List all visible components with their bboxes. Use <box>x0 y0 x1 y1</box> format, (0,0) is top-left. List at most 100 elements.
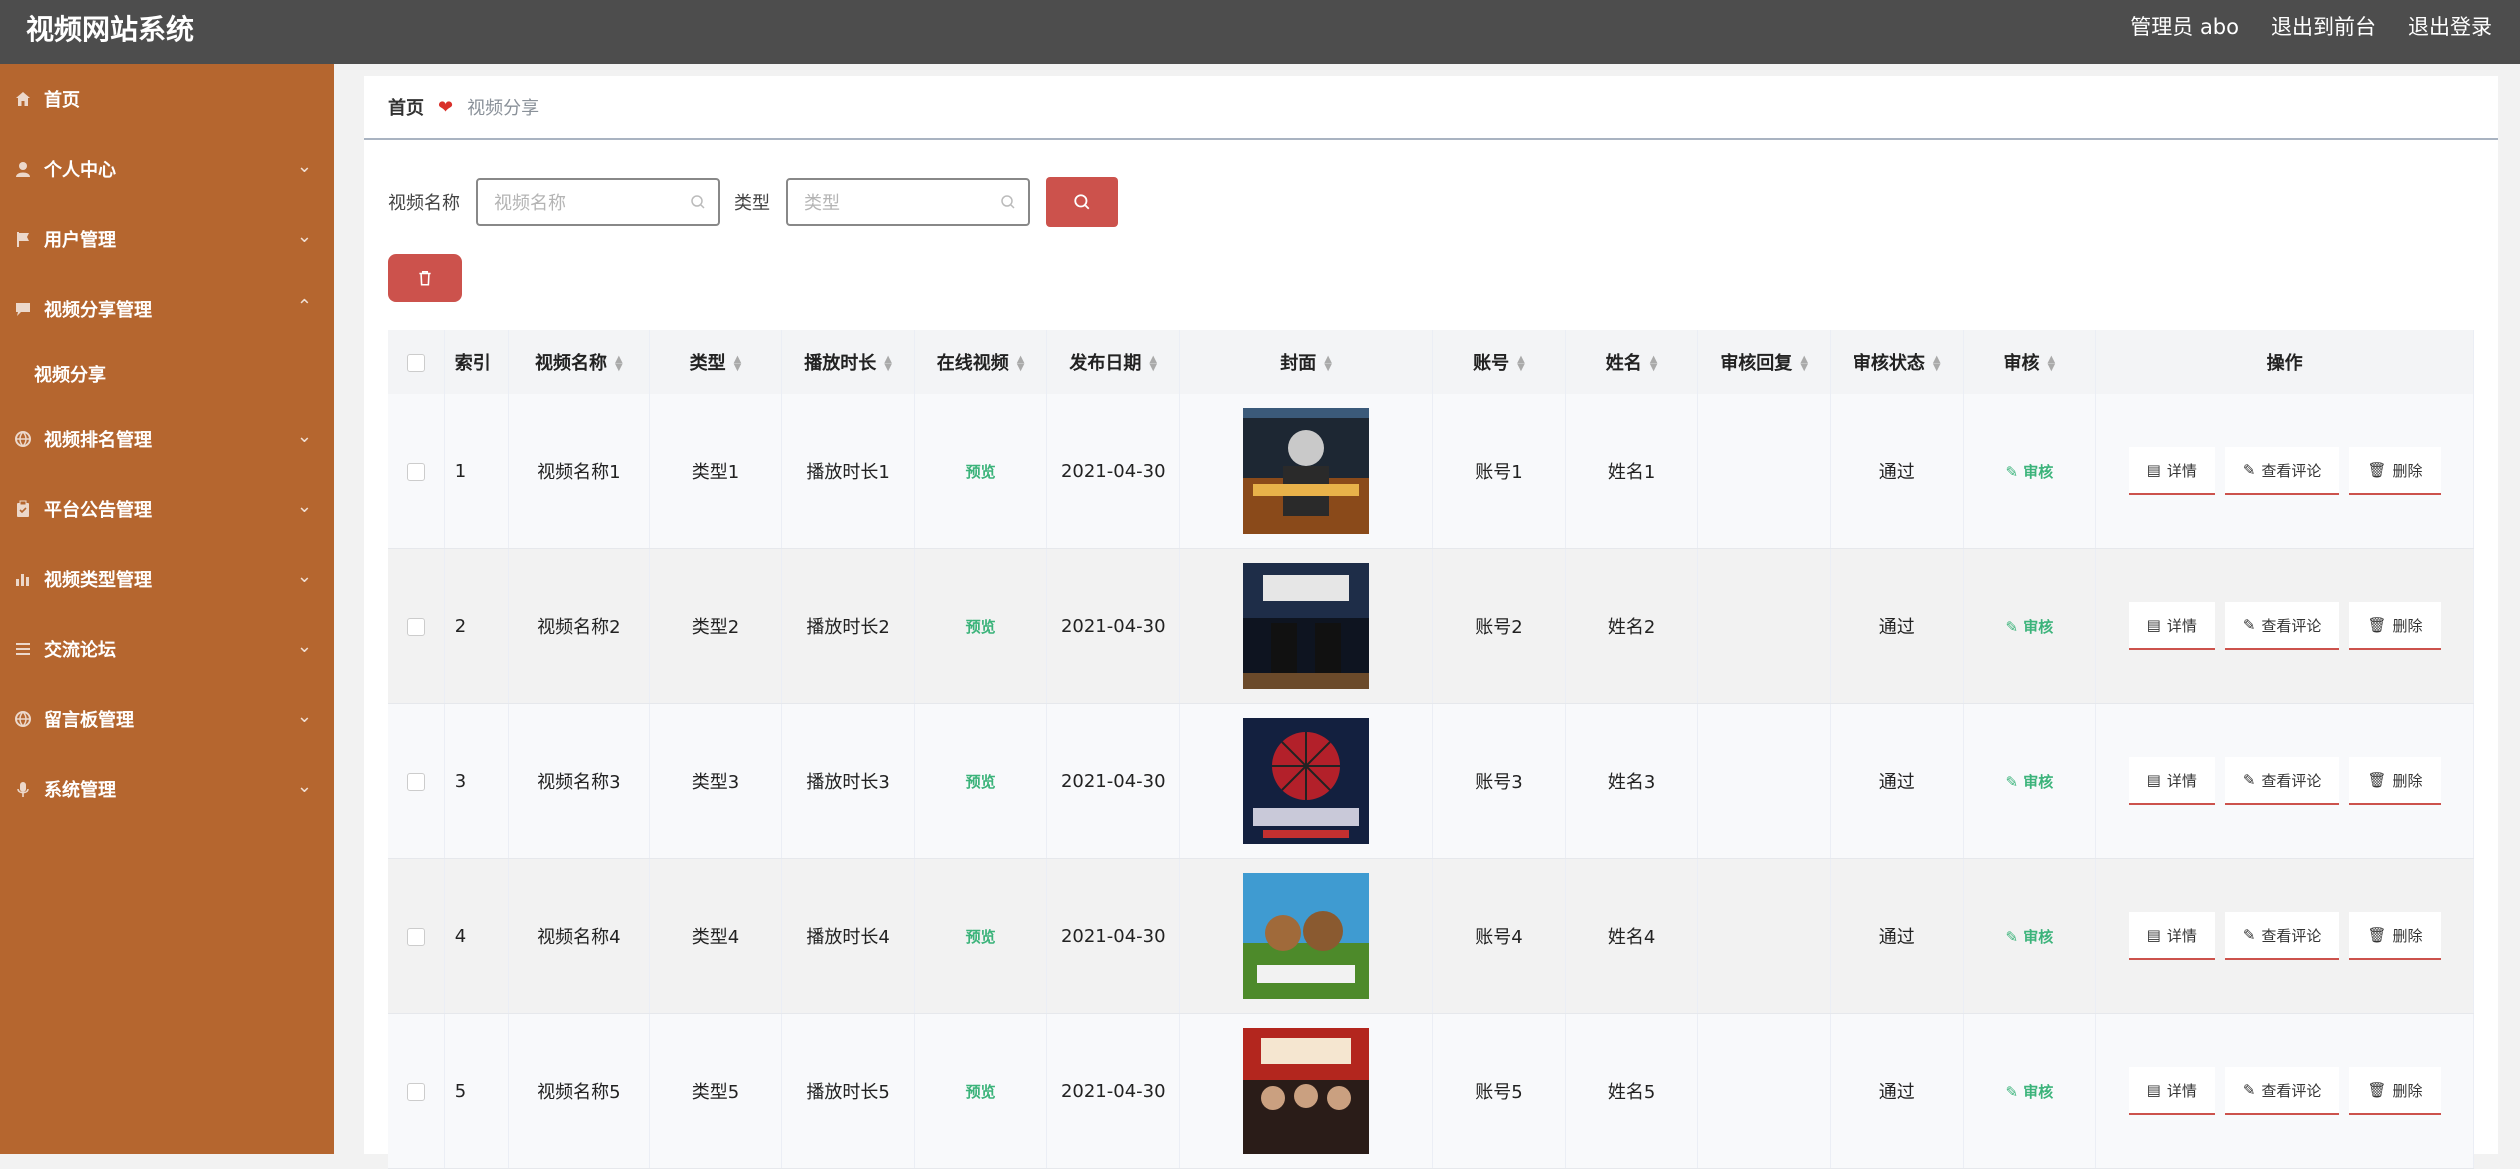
audit-link[interactable]: ✎ 审核 <box>2005 773 2053 791</box>
search-button[interactable] <box>1046 177 1118 227</box>
view-comments-button[interactable]: ✎ 查看评论 <box>2224 447 2340 495</box>
row-checkbox[interactable] <box>406 1082 425 1101</box>
delete-button[interactable]: 🗑 删除 <box>2349 602 2441 650</box>
audit-link[interactable]: ✎ 审核 <box>2005 463 2053 481</box>
type-input[interactable] <box>788 180 996 226</box>
preview-link[interactable]: 预览 <box>966 618 996 636</box>
sort-icon[interactable]: ▲ ▼ <box>1933 355 1941 373</box>
row-checkbox[interactable] <box>406 462 425 481</box>
select-all-checkbox[interactable] <box>406 353 425 372</box>
sort-icon[interactable]: ▲ ▼ <box>1324 355 1332 373</box>
cell-username: 姓名5 <box>1565 1013 1699 1169</box>
header-online[interactable]: 在线视频 ▲ ▼ <box>914 330 1048 394</box>
cell-account: 账号3 <box>1432 703 1566 859</box>
batch-delete-button[interactable] <box>388 254 462 302</box>
detail-button[interactable]: ▤ 详情 <box>2128 757 2215 805</box>
view-comments-button[interactable]: ✎ 查看评论 <box>2224 1067 2340 1115</box>
sidebar-item-video-share-management[interactable]: 视频分享管理 ⌃ <box>0 274 334 344</box>
row-checkbox[interactable] <box>406 772 425 791</box>
row-select-cell[interactable] <box>388 548 445 704</box>
breadcrumb-home[interactable]: 首页 <box>388 94 424 120</box>
sort-icon[interactable]: ▲ ▼ <box>2048 355 2056 373</box>
header-label: 视频名称 <box>535 353 607 374</box>
audit-link[interactable]: ✎ 审核 <box>2005 618 2053 636</box>
sort-icon[interactable]: ▲ ▼ <box>1517 355 1525 373</box>
view-comments-button[interactable]: ✎ 查看评论 <box>2224 757 2340 805</box>
sidebar-item-home[interactable]: 首页 <box>0 64 334 134</box>
sort-icon[interactable]: ▲ ▼ <box>1017 355 1025 373</box>
select-all-cell[interactable] <box>388 330 445 394</box>
cell-name: 视频名称5 <box>508 1013 650 1169</box>
exit-to-front-link[interactable]: 退出到前台 <box>2271 12 2376 42</box>
logout-link[interactable]: 退出登录 <box>2408 12 2492 42</box>
user-icon <box>16 162 30 177</box>
row-checkbox[interactable] <box>406 617 425 636</box>
cover-image[interactable] <box>1243 408 1370 534</box>
row-checkbox[interactable] <box>406 927 425 946</box>
preview-link[interactable]: 预览 <box>966 463 996 481</box>
cell-ops: ▤ 详情 ✎ 查看评论 🗑 删除 <box>2095 858 2474 1014</box>
sort-icon[interactable]: ▲ ▼ <box>1800 355 1808 373</box>
edit-icon: ✎ <box>2005 462 2019 481</box>
preview-link[interactable]: 预览 <box>966 773 996 791</box>
delete-button[interactable]: 🗑 删除 <box>2349 447 2441 495</box>
header-date[interactable]: 发布日期 ▲ ▼ <box>1046 330 1181 394</box>
header-type[interactable]: 类型 ▲ ▼ <box>649 330 783 394</box>
detail-button[interactable]: ▤ 详情 <box>2128 602 2215 650</box>
row-select-cell[interactable] <box>388 703 445 859</box>
sort-icon[interactable]: ▲ ▼ <box>1650 355 1658 373</box>
sort-icon[interactable]: ▲ ▼ <box>1149 355 1157 373</box>
sidebar-subitem-video-share[interactable]: 视频分享 <box>0 344 334 404</box>
audit-link[interactable]: ✎ 审核 <box>2005 928 2053 946</box>
edit-icon: ✎ <box>2242 926 2256 944</box>
cover-image[interactable] <box>1243 718 1370 844</box>
type-search-box <box>786 178 1030 226</box>
delete-button[interactable]: 🗑 删除 <box>2349 1067 2441 1115</box>
sidebar-item-label: 视频类型管理 <box>44 570 152 591</box>
row-select-cell[interactable] <box>388 858 445 1014</box>
sidebar-item-video-type-management[interactable]: 视频类型管理 ⌄ <box>0 544 334 614</box>
sort-icon[interactable]: ▲ ▼ <box>734 355 742 373</box>
preview-link[interactable]: 预览 <box>966 1083 996 1101</box>
sidebar-item-user-management[interactable]: 用户管理 ⌄ <box>0 204 334 274</box>
detail-button[interactable]: ▤ 详情 <box>2128 912 2215 960</box>
cover-image[interactable] <box>1243 563 1370 689</box>
chevron-down-icon: ⌄ <box>296 776 312 797</box>
delete-button[interactable]: 🗑 删除 <box>2349 912 2441 960</box>
audit-link[interactable]: ✎ 审核 <box>2005 1083 2053 1101</box>
sort-icon[interactable]: ▲ ▼ <box>615 355 623 373</box>
video-name-input[interactable] <box>478 180 686 226</box>
header-duration[interactable]: 播放时长 ▲ ▼ <box>781 330 915 394</box>
row-select-cell[interactable] <box>388 1013 445 1169</box>
preview-link[interactable]: 预览 <box>966 928 996 946</box>
sidebar-item-forum[interactable]: 交流论坛 ⌄ <box>0 614 334 684</box>
sidebar-item-announcement-management[interactable]: 平台公告管理 ⌄ <box>0 474 334 544</box>
delete-button[interactable]: 🗑 删除 <box>2349 757 2441 805</box>
sidebar-item-system-management[interactable]: 系统管理 ⌄ <box>0 754 334 824</box>
header-label: 在线视频 <box>936 353 1009 374</box>
header-name[interactable]: 视频名称 ▲ ▼ <box>508 330 650 394</box>
view-comments-button[interactable]: ✎ 查看评论 <box>2224 912 2340 960</box>
header-account[interactable]: 账号 ▲ ▼ <box>1432 330 1566 394</box>
breadcrumb: 首页 ❤ 视频分享 <box>388 94 539 120</box>
header-audit[interactable]: 审核 ▲ ▼ <box>1963 330 2097 394</box>
header-cover[interactable]: 封面 ▲ ▼ <box>1179 330 1434 394</box>
chevron-down-icon: ⌄ <box>296 156 312 177</box>
sidebar-item-message-board[interactable]: 留言板管理 ⌄ <box>0 684 334 754</box>
sidebar-item-video-ranking-management[interactable]: 视频排名管理 ⌄ <box>0 404 334 474</box>
row-select-cell[interactable] <box>388 394 445 549</box>
header-username[interactable]: 姓名 ▲ ▼ <box>1565 330 1699 394</box>
cover-image[interactable] <box>1243 1028 1370 1154</box>
sort-icon[interactable]: ▲ ▼ <box>884 355 892 373</box>
header-status[interactable]: 审核状态 ▲ ▼ <box>1830 330 1964 394</box>
detail-button[interactable]: ▤ 详情 <box>2128 1067 2215 1115</box>
admin-user-label[interactable]: 管理员 abo <box>2130 12 2239 42</box>
cover-image[interactable] <box>1243 873 1370 999</box>
header-label: 账号 <box>1473 353 1510 374</box>
header-reply[interactable]: 审核回复 ▲ ▼ <box>1697 330 1831 394</box>
table-row: 5 视频名称5 类型5 播放时长5 预览 2021-04-30 账号5 姓名5 … <box>388 1013 2474 1169</box>
detail-button[interactable]: ▤ 详情 <box>2128 447 2215 495</box>
cell-index: 4 <box>444 858 510 1014</box>
sidebar-item-personal-center[interactable]: 个人中心 ⌄ <box>0 134 334 204</box>
view-comments-button[interactable]: ✎ 查看评论 <box>2224 602 2340 650</box>
